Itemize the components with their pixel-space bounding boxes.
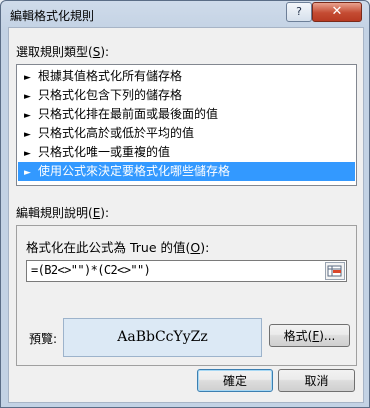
formula-label: 格式化在此公式為 True 的值(O): [26,240,210,255]
formula-input[interactable]: =(B2<>"")*(C2<>"") [26,260,347,282]
arrow-right-icon: ► [24,168,31,178]
rule-description-panel: 格式化在此公式為 True 的值(O): =(B2<>"")*(C2<>"") … [16,225,357,366]
rule-type-item-selected[interactable]: ► 使用公式來決定要格式化哪些儲存格 [18,162,355,181]
close-button[interactable]: ✕ [312,2,362,22]
rule-type-list[interactable]: ► 根據其值格式化所有儲存格 ► 只格式化包含下列的儲存格 ► 只格式化排在最前面或最… [16,64,357,186]
rule-type-item[interactable]: ► 只格式化唯一或重複的值 [18,143,355,162]
range-select-icon [327,265,342,277]
preview-label: 預覽: [29,332,58,346]
rule-type-item[interactable]: ► 只格式化排在最前面或最後面的值 [18,105,355,124]
dialog-title: 編輯格式化規則 [10,9,95,23]
rule-type-item[interactable]: ► 只格式化高於或低於平均的值 [18,124,355,143]
description-label: 編輯規則說明(E): [16,206,110,220]
dialog-body: 選取規則類型(S): ► 根據其值格式化所有儲存格 ► 只格式化包含下列的儲存格 ►… [8,27,364,403]
rule-type-item[interactable]: ► 根據其值格式化所有儲存格 [18,67,355,86]
title-bar: 編輯格式化規則 ? ✕ [1,1,369,27]
rule-type-item[interactable]: ► 只格式化包含下列的儲存格 [18,86,355,105]
cancel-button[interactable]: 取消 [278,369,355,392]
help-button[interactable]: ? [286,2,312,22]
format-button[interactable]: 格式(F)... [269,324,350,347]
ok-button[interactable]: 確定 [197,369,273,392]
formula-value: =(B2<>"")*(C2<>"") [31,263,151,277]
dialog-window: 編輯格式化規則 ? ✕ 選取規則類型(S): ► 根據其值格式化所有儲存格 ► 只格… [0,0,370,408]
format-preview: AaBbCcYyZz [63,318,262,357]
rule-type-label: 選取規則類型(S): [16,45,110,59]
range-select-button[interactable] [325,262,345,280]
